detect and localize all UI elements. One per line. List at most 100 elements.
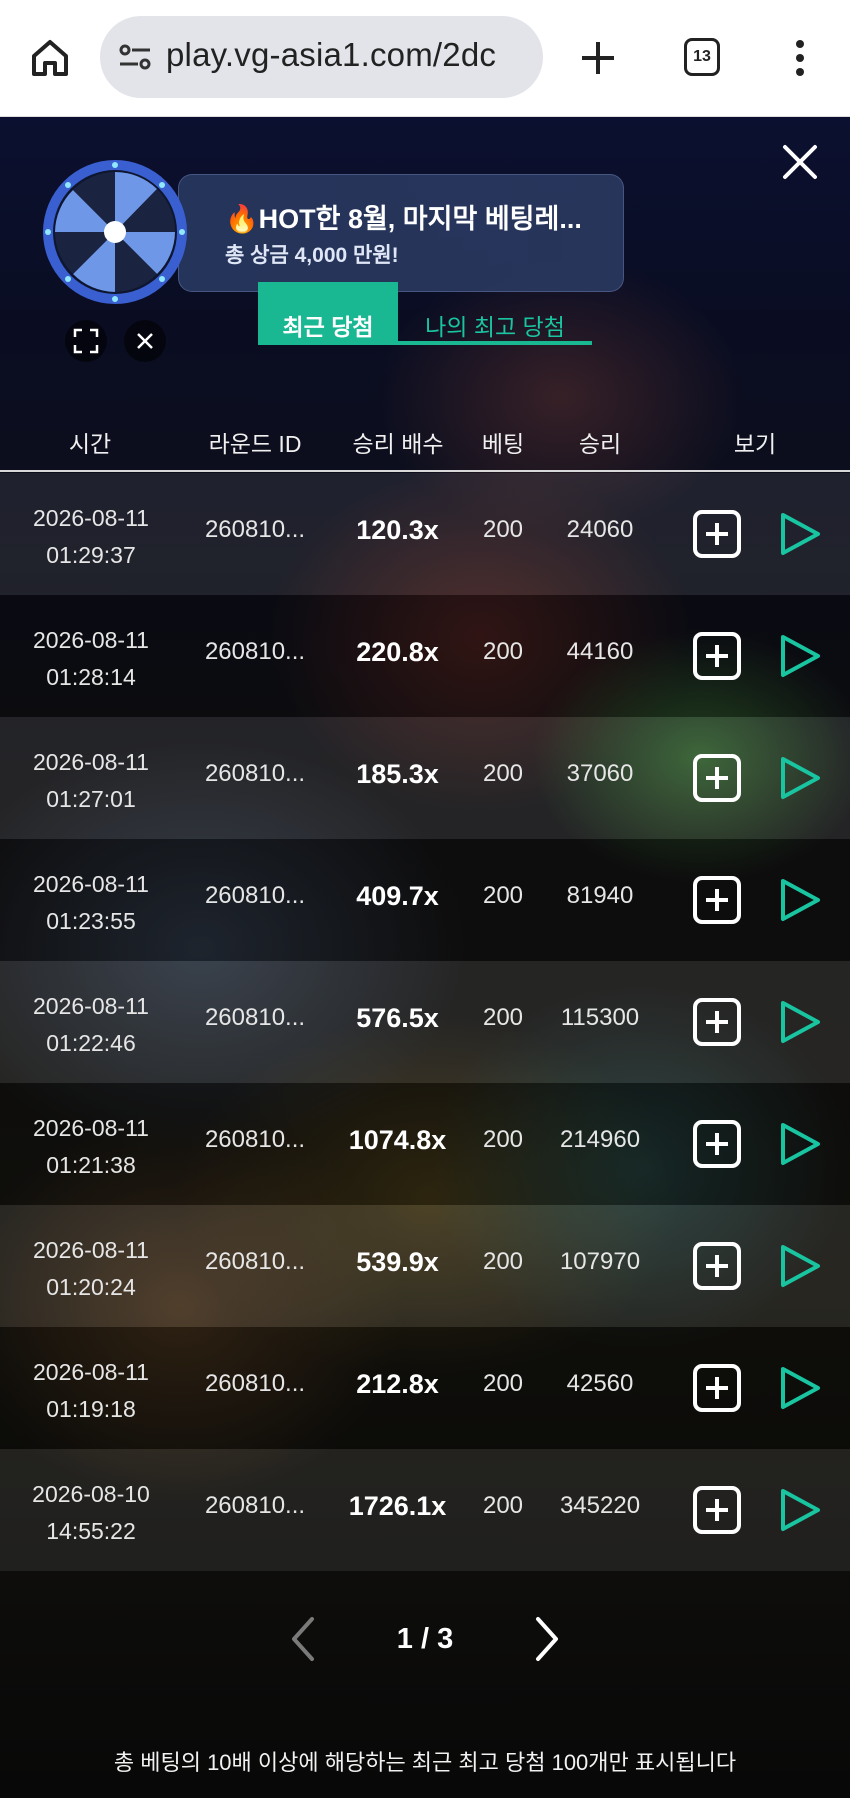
details-button[interactable]	[693, 1364, 741, 1412]
header-view: 보기	[733, 431, 777, 457]
expand-button[interactable]	[65, 320, 107, 362]
game-panel: 🔥HOT한 8월, 마지막 베팅레... 총 상금 4,000 만원! 최근 당…	[0, 117, 850, 1798]
row-bet: 200	[482, 1492, 524, 1519]
dismiss-promo-button[interactable]	[124, 320, 166, 362]
table-row: 2026-08-11 01:29:37 260810... 120.3x 200 …	[0, 473, 850, 595]
row-datetime: 2026-08-10 14:55:22	[32, 1481, 150, 1544]
row-win: 24060	[566, 516, 634, 543]
details-button[interactable]	[693, 1242, 741, 1290]
row-win: 214960	[559, 1126, 641, 1153]
prize-wheel-icon[interactable]	[40, 157, 190, 307]
table-header: 시간 라운드 ID 승리 배수 베팅 승리 보기	[0, 417, 850, 472]
plus-icon	[706, 645, 728, 667]
row-bet: 200	[482, 1126, 524, 1153]
table-row: 2026-08-11 01:27:01 260810... 185.3x 200 …	[0, 717, 850, 839]
replay-play-icon[interactable]	[778, 633, 822, 679]
more-menu-icon[interactable]	[790, 38, 810, 78]
plus-icon	[706, 1255, 728, 1277]
table-row: 2026-08-11 01:20:24 260810... 539.9x 200 …	[0, 1205, 850, 1327]
close-icon	[137, 333, 153, 349]
row-bet: 200	[482, 1004, 524, 1031]
replay-play-icon[interactable]	[778, 755, 822, 801]
row-multiplier: 539.9x	[356, 1247, 439, 1277]
fullscreen-icon	[73, 328, 99, 354]
promo-title: 🔥HOT한 8월, 마지막 베팅레...	[225, 204, 582, 234]
row-bet: 200	[482, 760, 524, 787]
row-datetime: 2026-08-11 01:20:24	[33, 1237, 149, 1300]
row-datetime: 2026-08-11 01:19:18	[33, 1359, 149, 1422]
url-text[interactable]: play.vg-asia1.com/2dc	[166, 36, 496, 74]
close-icon[interactable]	[780, 142, 820, 182]
browser-toolbar: play.vg-asia1.com/2dc 13	[0, 0, 850, 117]
pagination: 1 / 3	[0, 1615, 850, 1675]
replay-play-icon[interactable]	[778, 511, 822, 557]
wins-table-body: 2026-08-11 01:29:37 260810... 120.3x 200 …	[0, 473, 850, 1571]
table-row: 2026-08-11 01:28:14 260810... 220.8x 200 …	[0, 595, 850, 717]
plus-icon	[706, 1011, 728, 1033]
row-multiplier: 120.3x	[356, 515, 439, 545]
replay-play-icon[interactable]	[778, 877, 822, 923]
table-row: 2026-08-11 01:19:18 260810... 212.8x 200 …	[0, 1327, 850, 1449]
details-button[interactable]	[693, 632, 741, 680]
row-datetime: 2026-08-11 01:28:14	[33, 627, 149, 690]
table-row: 2026-08-11 01:21:38 260810... 1074.8x 200…	[0, 1083, 850, 1205]
table-row: 2026-08-11 01:22:46 260810... 576.5x 200 …	[0, 961, 850, 1083]
replay-play-icon[interactable]	[778, 999, 822, 1045]
header-round-id: 라운드 ID	[208, 431, 302, 457]
plus-icon	[706, 889, 728, 911]
row-win: 44160	[566, 638, 634, 665]
row-win: 107970	[559, 1248, 641, 1275]
plus-icon	[706, 1499, 728, 1521]
header-bet: 베팅	[481, 431, 525, 457]
row-round-id: 260810...	[204, 1004, 306, 1031]
row-bet: 200	[482, 516, 524, 543]
address-bar[interactable]: play.vg-asia1.com/2dc	[100, 16, 543, 98]
chevron-right-icon[interactable]	[532, 1615, 562, 1663]
row-multiplier: 1074.8x	[348, 1125, 447, 1155]
row-round-id: 260810...	[204, 1126, 306, 1153]
details-button[interactable]	[693, 510, 741, 558]
row-win: 81940	[566, 882, 634, 909]
plus-icon	[706, 1133, 728, 1155]
promo-banner[interactable]: 🔥HOT한 8월, 마지막 베팅레... 총 상금 4,000 만원!	[178, 174, 624, 292]
tab-recent-wins[interactable]: 최근 당첨	[258, 282, 398, 345]
details-button[interactable]	[693, 876, 741, 924]
table-row: 2026-08-10 14:55:22 260810... 1726.1x 200…	[0, 1449, 850, 1571]
replay-play-icon[interactable]	[778, 1365, 822, 1411]
new-tab-icon[interactable]	[578, 38, 618, 78]
replay-play-icon[interactable]	[778, 1487, 822, 1533]
row-multiplier: 409.7x	[356, 881, 439, 911]
row-multiplier: 576.5x	[356, 1003, 439, 1033]
replay-play-icon[interactable]	[778, 1243, 822, 1289]
details-button[interactable]	[693, 1120, 741, 1168]
row-multiplier: 185.3x	[356, 759, 439, 789]
row-multiplier: 212.8x	[356, 1369, 439, 1399]
row-win: 42560	[566, 1370, 634, 1397]
header-time: 시간	[68, 431, 112, 457]
plus-icon	[706, 523, 728, 545]
row-win: 345220	[559, 1492, 641, 1519]
row-datetime: 2026-08-11 01:29:37	[33, 505, 149, 568]
home-icon[interactable]	[28, 36, 72, 80]
row-bet: 200	[482, 638, 524, 665]
tab-switcher-button[interactable]: 13	[684, 38, 720, 76]
row-round-id: 260810...	[204, 760, 306, 787]
details-button[interactable]	[693, 754, 741, 802]
row-win: 115300	[560, 1004, 640, 1031]
row-datetime: 2026-08-11 01:22:46	[33, 993, 149, 1056]
header-multiplier: 승리 배수	[352, 431, 444, 457]
footer-note: 총 베팅의 10배 이상에 해당하는 최근 최고 당첨 100개만 표시됩니다	[113, 1750, 737, 1775]
chevron-left-icon[interactable]	[288, 1615, 318, 1663]
row-bet: 200	[482, 882, 524, 909]
details-button[interactable]	[693, 998, 741, 1046]
row-round-id: 260810...	[204, 638, 306, 665]
row-round-id: 260810...	[204, 516, 306, 543]
site-settings-icon[interactable]	[118, 42, 152, 72]
replay-play-icon[interactable]	[778, 1121, 822, 1167]
tab-my-best-wins[interactable]: 나의 최고 당첨	[398, 282, 592, 345]
header-win: 승리	[578, 431, 622, 457]
details-button[interactable]	[693, 1486, 741, 1534]
plus-icon	[706, 1377, 728, 1399]
row-round-id: 260810...	[204, 882, 306, 909]
promo-subtitle: 총 상금 4,000 만원!	[225, 244, 399, 267]
